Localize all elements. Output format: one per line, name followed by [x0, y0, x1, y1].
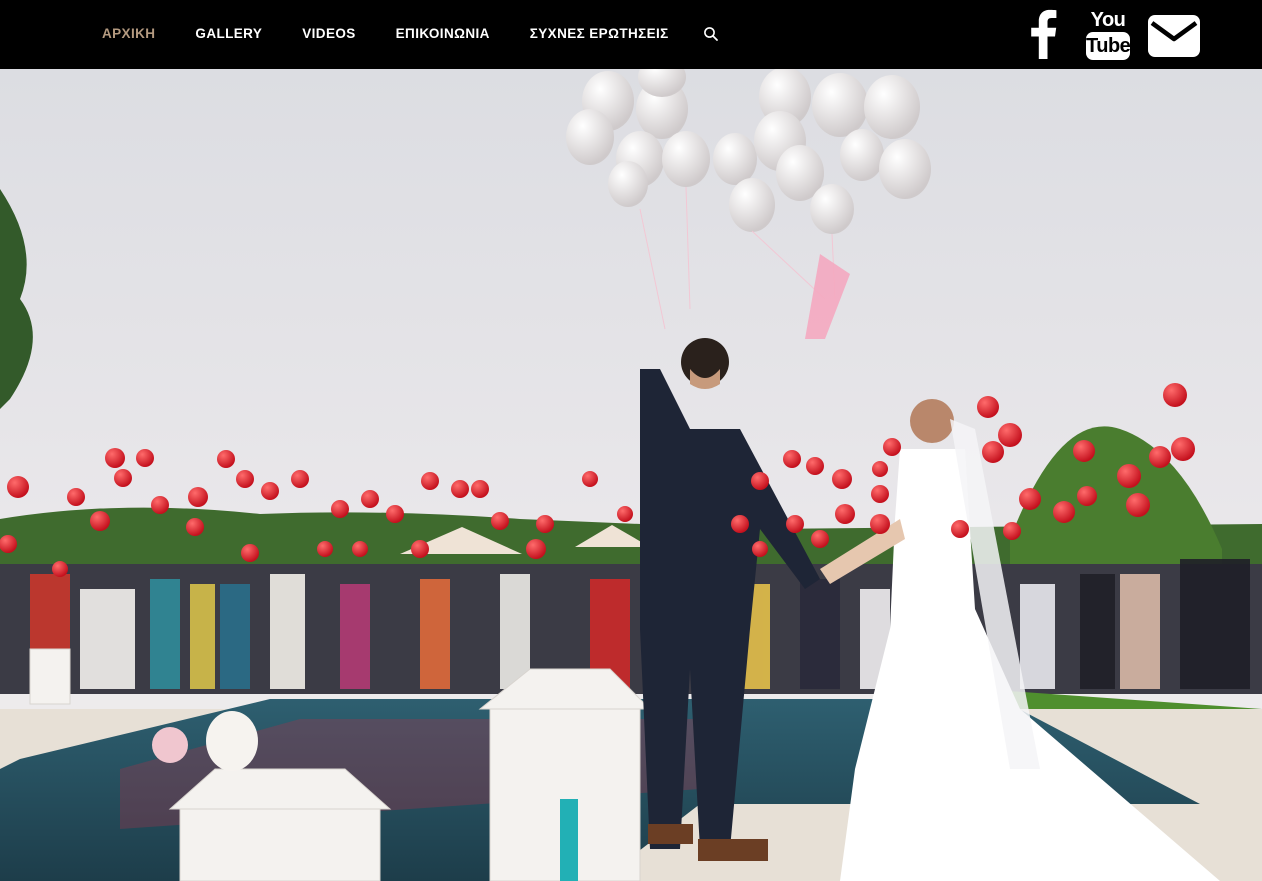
nav-item-contact[interactable]: ΕΠΙΚΟΙΝΩΝΙΑ — [396, 27, 490, 41]
wedding-photo — [0, 69, 1262, 881]
youtube-logo-tube: Tube — [1086, 35, 1131, 57]
nav-item-gallery[interactable]: GALLERY — [195, 27, 262, 41]
facebook-icon[interactable] — [1028, 9, 1058, 59]
nav-item-videos[interactable]: VIDEOS — [302, 27, 355, 41]
email-icon[interactable] — [1148, 15, 1200, 57]
nav-item-faq[interactable]: ΣΥΧΝΕΣ ΕΡΩΤΗΣΕΙΣ — [530, 27, 669, 41]
hero-image — [0, 69, 1262, 881]
top-navigation-bar: ΑΡΧΙΚΗ GALLERY VIDEOS ΕΠΙΚΟΙΝΩΝΙΑ ΣΥΧΝΕΣ… — [0, 0, 1262, 69]
nav-item-home[interactable]: ΑΡΧΙΚΗ — [102, 27, 155, 41]
search-icon[interactable] — [703, 26, 719, 42]
main-nav: ΑΡΧΙΚΗ GALLERY VIDEOS ΕΠΙΚΟΙΝΩΝΙΑ ΣΥΧΝΕΣ… — [102, 0, 709, 69]
youtube-logo-you: You — [1090, 9, 1126, 31]
youtube-icon[interactable]: You Tube — [1086, 9, 1131, 60]
